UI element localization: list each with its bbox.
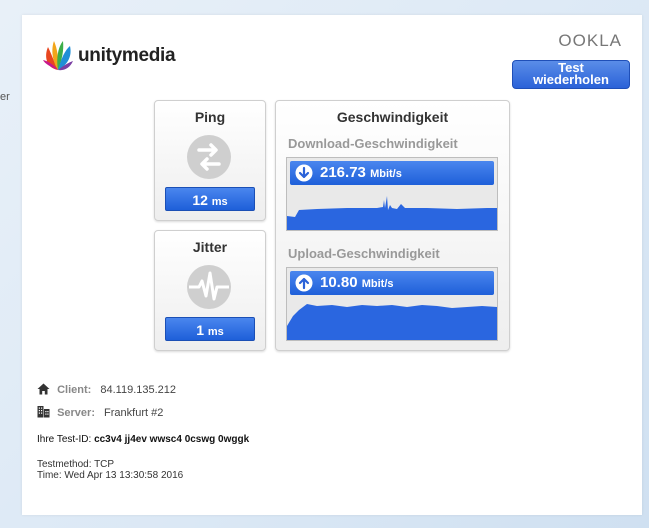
test-id-value: cc3v4 jj4ev wwsc4 0cswg 0wggk — [94, 434, 250, 445]
download-reading: 216.73 Mbit/s — [320, 161, 402, 186]
upload-graph: 10.80 Mbit/s — [286, 267, 498, 341]
server-label: Server: — [57, 407, 95, 419]
unitymedia-logo-icon — [43, 41, 73, 71]
download-value: 216.73 Mbit/s — [290, 161, 494, 185]
upload-reading: 10.80 Mbit/s — [320, 271, 394, 296]
download-graph: 216.73 Mbit/s — [286, 157, 498, 231]
download-label: Download-Geschwindigkeit — [288, 136, 458, 151]
edge-text-fragment: er — [0, 91, 10, 103]
jitter-unit: ms — [207, 326, 224, 338]
client-row: Client: 84.119.135.212 — [37, 383, 176, 396]
jitter-title: Jitter — [192, 239, 228, 255]
download-unit: Mbit/s — [370, 168, 402, 180]
ookla-logo: OOKLA — [558, 31, 622, 50]
brand-name: unitymedia — [78, 45, 176, 66]
upload-unit: Mbit/s — [361, 278, 394, 290]
home-icon — [37, 383, 50, 395]
upload-speed-graph — [287, 304, 497, 340]
client-label: Client: — [57, 384, 92, 396]
speed-card: Geschwindigkeit Download-Geschwindigkeit… — [275, 100, 510, 351]
download-speed-graph — [287, 196, 497, 230]
retest-button[interactable]: Test wiederholen — [512, 60, 630, 89]
test-id-row: Ihre Test-ID: cc3v4 jj4ev wwsc4 0cswg 0w… — [37, 434, 249, 445]
upload-number: 10.80 — [320, 274, 358, 291]
upload-arrow-icon — [295, 274, 313, 292]
ping-number: 12 — [192, 192, 208, 208]
ping-card: Ping 12 ms — [154, 100, 266, 221]
speed-title: Geschwindigkeit — [336, 109, 449, 125]
upload-label: Upload-Geschwindigkeit — [288, 246, 440, 261]
server-row: Server: Frankfurt #2 — [37, 405, 163, 419]
client-ip: 84.119.135.212 — [100, 384, 177, 396]
ping-value: 12 ms — [165, 187, 255, 211]
download-graph-area — [287, 196, 497, 230]
download-number: 216.73 — [320, 164, 366, 181]
server-building-icon — [37, 406, 50, 418]
test-id-label: Ihre Test-ID: — [37, 434, 92, 445]
brand-logo: unitymedia — [42, 39, 176, 73]
upload-graph-area — [287, 304, 497, 340]
test-time: Time: Wed Apr 13 13:30:58 2016 — [37, 470, 184, 481]
ping-title: Ping — [194, 109, 226, 125]
test-method: Testmethod: TCP — [37, 459, 115, 470]
jitter-number: 1 — [196, 322, 204, 338]
upload-value: 10.80 Mbit/s — [290, 271, 494, 295]
ping-unit: ms — [211, 196, 228, 208]
server-name: Frankfurt #2 — [104, 407, 164, 419]
retest-label-line2: wiederholen — [533, 72, 609, 87]
download-arrow-icon — [295, 164, 313, 182]
jitter-wave-icon — [187, 265, 231, 309]
jitter-value: 1 ms — [165, 317, 255, 341]
jitter-card: Jitter 1 ms — [154, 230, 266, 351]
speedtest-panel: unitymedia OOKLA Test wiederholen Ping 1… — [22, 15, 642, 515]
ping-arrows-icon — [187, 135, 231, 179]
